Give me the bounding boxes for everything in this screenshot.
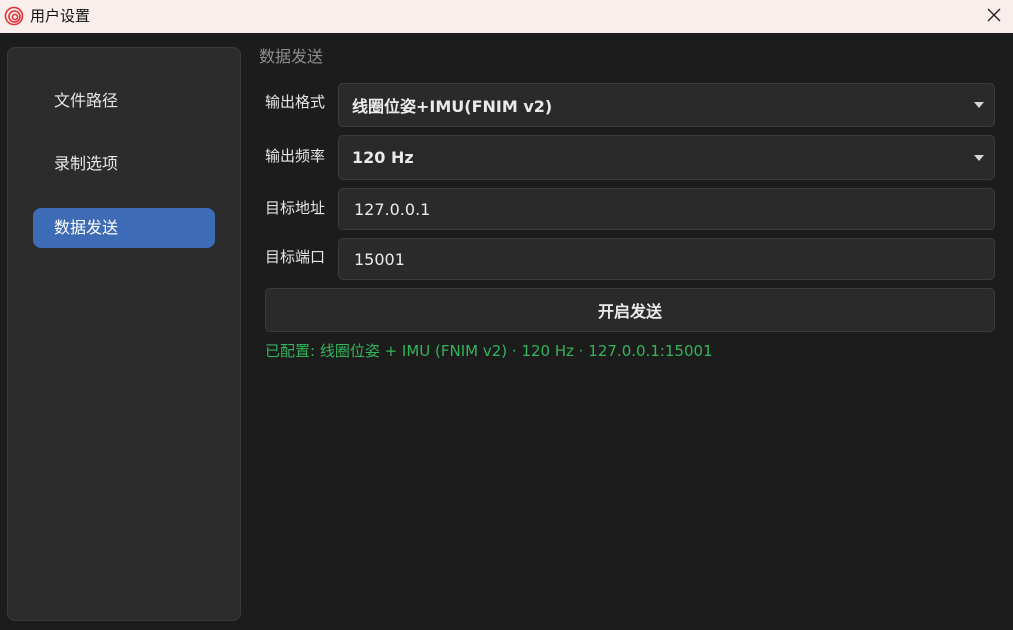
sidebar-item-label: 录制选项 [54, 154, 119, 173]
sidebar-item-label: 数据发送 [54, 218, 119, 237]
output-format-label: 输出格式 [265, 93, 326, 111]
swirl-logo-icon [4, 6, 24, 26]
dropdown-arrow-icon [974, 102, 984, 108]
section-title: 数据发送 [259, 47, 324, 66]
output-rate-label: 输出频率 [265, 147, 326, 165]
output-format-value: 线圈位姿+IMU(FNIM v2) [352, 97, 553, 116]
target-address-label: 目标地址 [265, 199, 326, 217]
status-text: 已配置: 线圈位姿 + IMU (FNIM v2) · 120 Hz · 127… [265, 342, 713, 360]
start-send-button[interactable]: 开启发送 [265, 288, 995, 332]
target-port-label: 目标端口 [265, 248, 326, 266]
sidebar-item-record-options[interactable]: 录制选项 [33, 144, 215, 184]
close-button[interactable] [981, 4, 1007, 28]
window-title: 用户设置 [30, 7, 91, 25]
output-rate-select[interactable]: 120 Hz [338, 135, 995, 180]
title-bar: 用户设置 [0, 0, 1013, 33]
sidebar-item-label: 文件路径 [54, 91, 119, 110]
sidebar-item-data-send[interactable]: 数据发送 [33, 208, 215, 248]
sidebar: 文件路径 录制选项 数据发送 [7, 47, 241, 621]
output-format-select[interactable]: 线圈位姿+IMU(FNIM v2) [338, 83, 995, 127]
target-address-input[interactable] [338, 188, 995, 230]
sidebar-item-file-path[interactable]: 文件路径 [33, 81, 215, 121]
output-rate-value: 120 Hz [352, 148, 414, 167]
close-icon [987, 7, 1001, 26]
target-port-input[interactable] [338, 238, 995, 280]
start-send-button-label: 开启发送 [597, 302, 662, 321]
dropdown-arrow-icon [974, 154, 984, 161]
